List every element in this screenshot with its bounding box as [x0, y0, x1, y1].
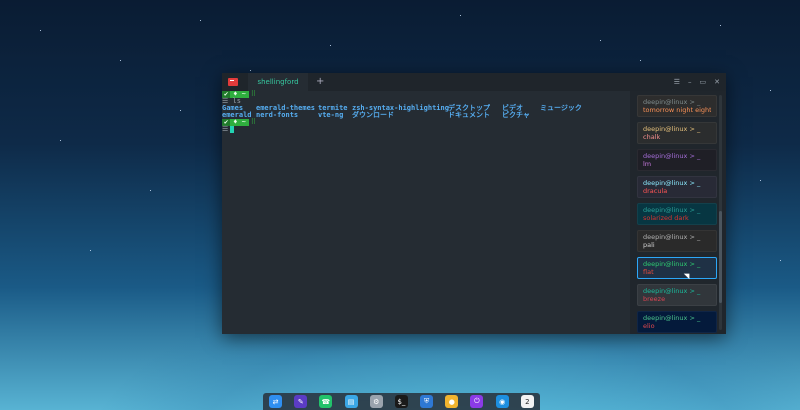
prompt-end: ⠿ [250, 118, 257, 126]
theme-prompt-preview: deepin@linux > _ [643, 125, 701, 133]
theme-prompt-preview: deepin@linux > _ [643, 98, 701, 106]
theme-name: elio [643, 322, 655, 330]
theme-name: pali [643, 241, 655, 249]
scrollbar-thumb[interactable] [719, 211, 722, 303]
ls-output-row: emerald nerd-fonts vte-ng ダウンロード ドキュメント ピクチャ [222, 112, 630, 119]
prompt-dir: ♦ ~ [230, 119, 249, 126]
theme-name: solarized dark [643, 214, 689, 222]
theme-prompt-preview: deepin@linux > _ [643, 206, 701, 214]
theme-card-chalk[interactable]: deepin@linux > _ chalk [637, 122, 717, 144]
ls-entry: nerd-fonts [256, 111, 299, 119]
editor-icon[interactable]: ✎ [294, 395, 308, 408]
power-icon[interactable]: ⏻ [470, 395, 484, 408]
theme-name: dracula [643, 187, 668, 195]
theme-panel[interactable]: deepin@linux > _tomorrow night eightiesd… [630, 91, 726, 334]
launcher-icon[interactable]: ⇄ [269, 395, 283, 408]
prompt-line: ✔ ♦ ~ ⠿ [222, 91, 630, 98]
theme-prompt-preview: deepin@linux > _ [643, 287, 701, 295]
ls-entry: ピクチャ [502, 111, 530, 119]
title-bar: shellingford + ☰ – ▭ ✕ [222, 73, 726, 91]
theme-card-solarized-dark[interactable]: deepin@linux > _ solarized dark [637, 203, 717, 225]
camera-icon[interactable]: ◉ [495, 395, 509, 408]
ls-entry: ダウンロード [352, 111, 394, 119]
terminal-window: shellingford + ☰ – ▭ ✕ ✔ ♦ ~ ⠿ ☰ ls Game… [222, 73, 726, 334]
menu-icon[interactable]: ☰ [674, 78, 680, 86]
theme-name: lm [643, 160, 652, 168]
clock-icon[interactable]: 2 [520, 395, 534, 408]
ls-entry: vte-ng [318, 111, 344, 119]
prompt-line: ✔ ♦ ~ ⠿ [222, 119, 630, 126]
theme-card-lm[interactable]: deepin@linux > _ lm [637, 149, 717, 171]
text-cursor [230, 126, 235, 133]
tab-shellingford[interactable]: shellingford [248, 73, 308, 91]
browser-icon[interactable]: ● [445, 395, 459, 408]
terminal-output[interactable]: ✔ ♦ ~ ⠿ ☰ ls Games emerald-themes termite z… [222, 91, 630, 334]
ls-entry: ドキュメント [448, 111, 490, 119]
security-icon[interactable]: ⛨ [420, 395, 434, 408]
chat-icon[interactable]: ☎ [319, 395, 333, 408]
close-button[interactable]: ✕ [714, 78, 720, 86]
input-prefix: ☰ [222, 125, 229, 133]
input-line[interactable]: ☰ [222, 126, 630, 133]
settings-icon[interactable]: ⚙ [369, 395, 383, 408]
theme-name: breeze [643, 295, 666, 303]
terminal-icon[interactable]: $_ [394, 395, 408, 408]
theme-prompt-preview: deepin@linux > _ [643, 260, 701, 268]
prompt-end: ⠿ [250, 90, 257, 98]
theme-name: flat [643, 268, 654, 276]
theme-name: chalk [643, 133, 661, 141]
theme-card-breeze[interactable]: deepin@linux > _ breeze [637, 284, 717, 306]
theme-card-dracula[interactable]: deepin@linux > _ dracula [637, 176, 717, 198]
new-tab-button[interactable]: + [316, 77, 324, 87]
theme-prompt-preview: deepin@linux > _ [643, 314, 701, 322]
ls-entry: ミュージック [540, 104, 582, 112]
terminal-app-icon [228, 78, 238, 86]
dock: ⇄ ✎ ☎ ▤ ⚙ $_ ⛨ ● ⏻ ◉ 2 [263, 393, 540, 410]
theme-name: tomorrow night eighties [643, 106, 711, 114]
theme-card-pali[interactable]: deepin@linux > _ pali [637, 230, 717, 252]
maximize-button[interactable]: ▭ [700, 78, 707, 86]
theme-prompt-preview: deepin@linux > _ [643, 152, 701, 160]
files-icon[interactable]: ▤ [344, 395, 358, 408]
theme-prompt-preview: deepin@linux > _ [643, 179, 701, 187]
theme-prompt-preview: deepin@linux > _ [643, 233, 701, 241]
theme-card-flat[interactable]: deepin@linux > _ flat [637, 257, 717, 279]
minimize-button[interactable]: – [688, 78, 692, 86]
theme-card-elio[interactable]: deepin@linux > _ elio [637, 311, 717, 333]
theme-card-tomorrow-night-eighties[interactable]: deepin@linux > _tomorrow night eighties [637, 95, 717, 117]
